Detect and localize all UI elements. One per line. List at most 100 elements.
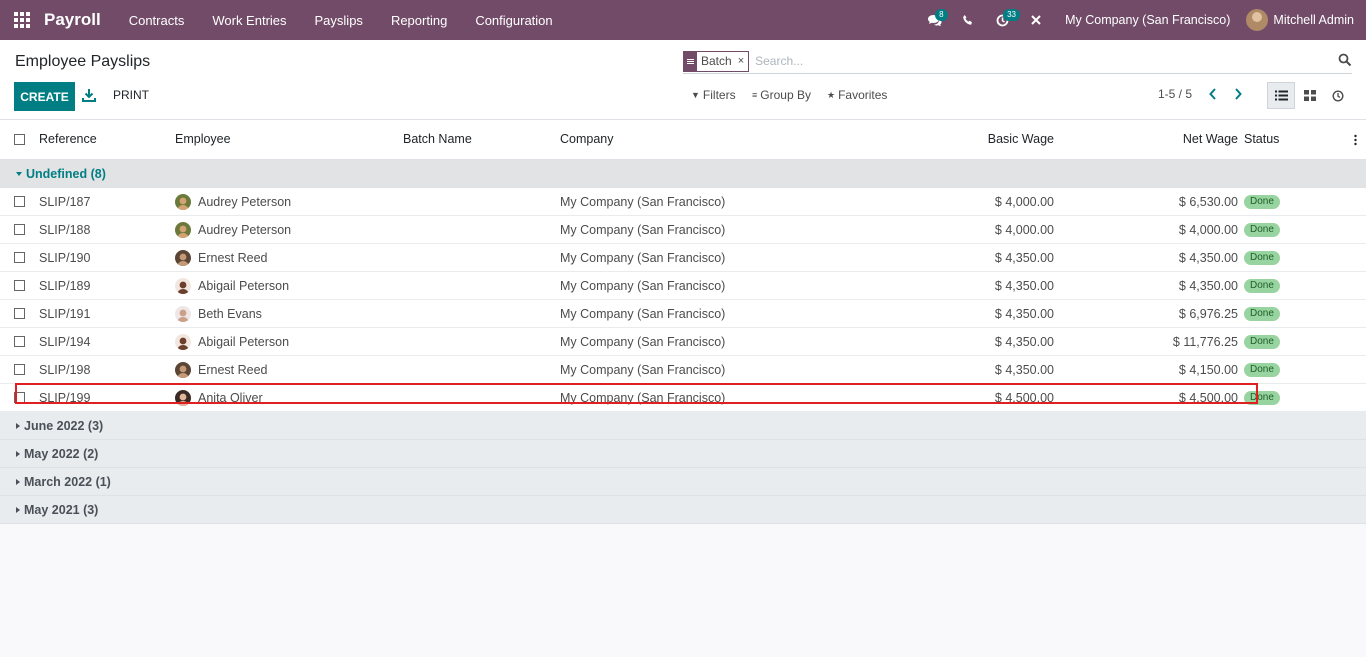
menu-configuration[interactable]: Configuration (461, 0, 566, 40)
row-checkbox[interactable] (14, 308, 25, 319)
cell-reference: SLIP/199 (39, 391, 91, 405)
table-row[interactable]: SLIP/190 Ernest Reed My Company (San Franc… (0, 244, 1366, 272)
download-icon[interactable] (80, 86, 98, 106)
cell-net-wage: $ 6,530.00 (1178, 195, 1238, 209)
table-row[interactable]: SLIP/191 Beth Evans My Company (San Franci… (0, 300, 1366, 328)
filters-button[interactable]: ▼ Filters (691, 88, 736, 102)
group-header[interactable]: Undefined (8) (16, 167, 106, 181)
table-row[interactable]: SLIP/187 Audrey Peterson My Company (San F… (0, 188, 1366, 216)
phone-icon[interactable] (951, 0, 985, 40)
app-brand[interactable]: Payroll (44, 10, 101, 30)
cell-basic-wage: $ 4,350.00 (994, 335, 1054, 349)
status-badge: Done (1244, 223, 1280, 237)
cell-company: My Company (San Francisco) (560, 279, 726, 293)
caret-right-icon (16, 423, 20, 429)
pager-previous-icon[interactable] (1203, 84, 1223, 104)
cell-basic-wage: $ 4,350.00 (994, 279, 1054, 293)
create-button[interactable]: CREATE (14, 82, 75, 111)
company-switcher[interactable]: My Company (San Francisco) (1053, 13, 1246, 27)
optional-columns-icon[interactable] (1354, 134, 1357, 146)
row-checkbox[interactable] (14, 252, 25, 263)
table-row[interactable]: SLIP/188 Audrey Peterson My Company (San F… (0, 216, 1366, 244)
table-row[interactable]: SLIP/199 Anita Oliver My Company (San Fran… (0, 384, 1366, 412)
group-header[interactable]: June 2022 (3) (16, 419, 103, 433)
list-header: Reference Employee Batch Name Company Ba… (0, 120, 1366, 160)
cell-reference: SLIP/191 (39, 307, 91, 321)
menu-payslips[interactable]: Payslips (301, 0, 377, 40)
menu-work-entries[interactable]: Work Entries (198, 0, 300, 40)
group-row[interactable]: June 2022 (3) (0, 412, 1366, 440)
search-icon[interactable] (1338, 53, 1352, 67)
select-all-checkbox[interactable] (14, 134, 25, 145)
cell-net-wage: $ 6,976.25 (1178, 307, 1238, 321)
group-by-label: Group By (760, 88, 811, 102)
group-row[interactable]: May 2022 (2) (0, 440, 1366, 468)
pager-next-icon[interactable] (1228, 84, 1248, 104)
pager-value[interactable]: 1-5 / 5 (1158, 87, 1192, 101)
employee-avatar (175, 334, 191, 350)
caret-down-icon (16, 172, 22, 176)
column-batch-name[interactable]: Batch Name (403, 132, 472, 146)
list-view-icon[interactable] (1267, 82, 1295, 109)
facet-remove-icon[interactable]: × (736, 52, 748, 71)
row-checkbox[interactable] (14, 280, 25, 291)
cell-company: My Company (San Francisco) (560, 307, 726, 321)
group-row-undefined[interactable]: Undefined (8) (0, 160, 1366, 188)
favorites-button[interactable]: ★ Favorites (827, 88, 887, 102)
cell-company: My Company (San Francisco) (560, 195, 726, 209)
caret-right-icon (16, 451, 20, 457)
app-menu-icon[interactable] (0, 0, 44, 40)
table-row[interactable]: SLIP/189 Abigail Peterson My Company (San … (0, 272, 1366, 300)
cell-company: My Company (San Francisco) (560, 391, 726, 405)
group-label: May 2022 (2) (24, 447, 99, 461)
group-header[interactable]: May 2021 (3) (16, 503, 98, 517)
menu-contracts[interactable]: Contracts (115, 0, 199, 40)
search-facet: Batch × (683, 50, 750, 72)
table-row[interactable]: SLIP/194 Abigail Peterson My Company (San … (0, 328, 1366, 356)
print-button[interactable]: PRINT (113, 88, 149, 102)
search-input[interactable] (755, 54, 1316, 68)
cell-employee: Beth Evans (198, 307, 262, 321)
group-header[interactable]: March 2022 (1) (16, 475, 111, 489)
column-status[interactable]: Status (1244, 132, 1279, 146)
activity-view-icon[interactable] (1324, 82, 1352, 109)
employee-avatar (175, 222, 191, 238)
table-row[interactable]: SLIP/198 Ernest Reed My Company (San Franc… (0, 356, 1366, 384)
cell-basic-wage: $ 4,000.00 (994, 223, 1054, 237)
kanban-view-icon[interactable] (1296, 82, 1324, 109)
group-row[interactable]: March 2022 (1) (0, 468, 1366, 496)
messages-icon[interactable]: 8 (917, 0, 951, 40)
column-basic-wage[interactable]: Basic Wage (988, 132, 1054, 146)
row-checkbox[interactable] (14, 392, 25, 403)
row-checkbox[interactable] (14, 364, 25, 375)
cell-employee: Audrey Peterson (198, 223, 292, 237)
group-row[interactable]: May 2021 (3) (0, 496, 1366, 524)
activities-badge: 33 (1003, 9, 1020, 21)
group-label: June 2022 (3) (24, 419, 104, 433)
cell-net-wage: $ 4,350.00 (1178, 251, 1238, 265)
menu-reporting[interactable]: Reporting (377, 0, 461, 40)
cell-employee: Ernest Reed (198, 363, 268, 377)
row-checkbox[interactable] (14, 336, 25, 347)
cell-company: My Company (San Francisco) (560, 363, 726, 377)
cell-net-wage: $ 4,500.00 (1178, 391, 1238, 405)
user-menu[interactable]: Mitchell Admin (1246, 9, 1366, 31)
group-header[interactable]: May 2022 (2) (16, 447, 98, 461)
column-reference[interactable]: Reference (39, 132, 97, 146)
cell-basic-wage: $ 4,500.00 (994, 391, 1054, 405)
employee-avatar (175, 250, 191, 266)
cell-basic-wage: $ 4,350.00 (994, 363, 1054, 377)
column-net-wage[interactable]: Net Wage (1183, 132, 1238, 146)
status-badge: Done (1244, 251, 1280, 265)
debug-tools-icon[interactable] (1019, 0, 1053, 40)
group-by-button[interactable]: ≡ Group By (752, 88, 811, 102)
cell-reference: SLIP/189 (39, 279, 91, 293)
row-checkbox[interactable] (14, 196, 25, 207)
user-avatar (1246, 9, 1269, 31)
row-checkbox[interactable] (14, 224, 25, 235)
top-navbar: Payroll Contracts Work Entries Payslips … (0, 0, 1366, 40)
activities-icon[interactable]: 33 (985, 0, 1020, 40)
column-company[interactable]: Company (560, 132, 614, 146)
column-employee[interactable]: Employee (175, 132, 231, 146)
status-badge: Done (1244, 195, 1280, 209)
